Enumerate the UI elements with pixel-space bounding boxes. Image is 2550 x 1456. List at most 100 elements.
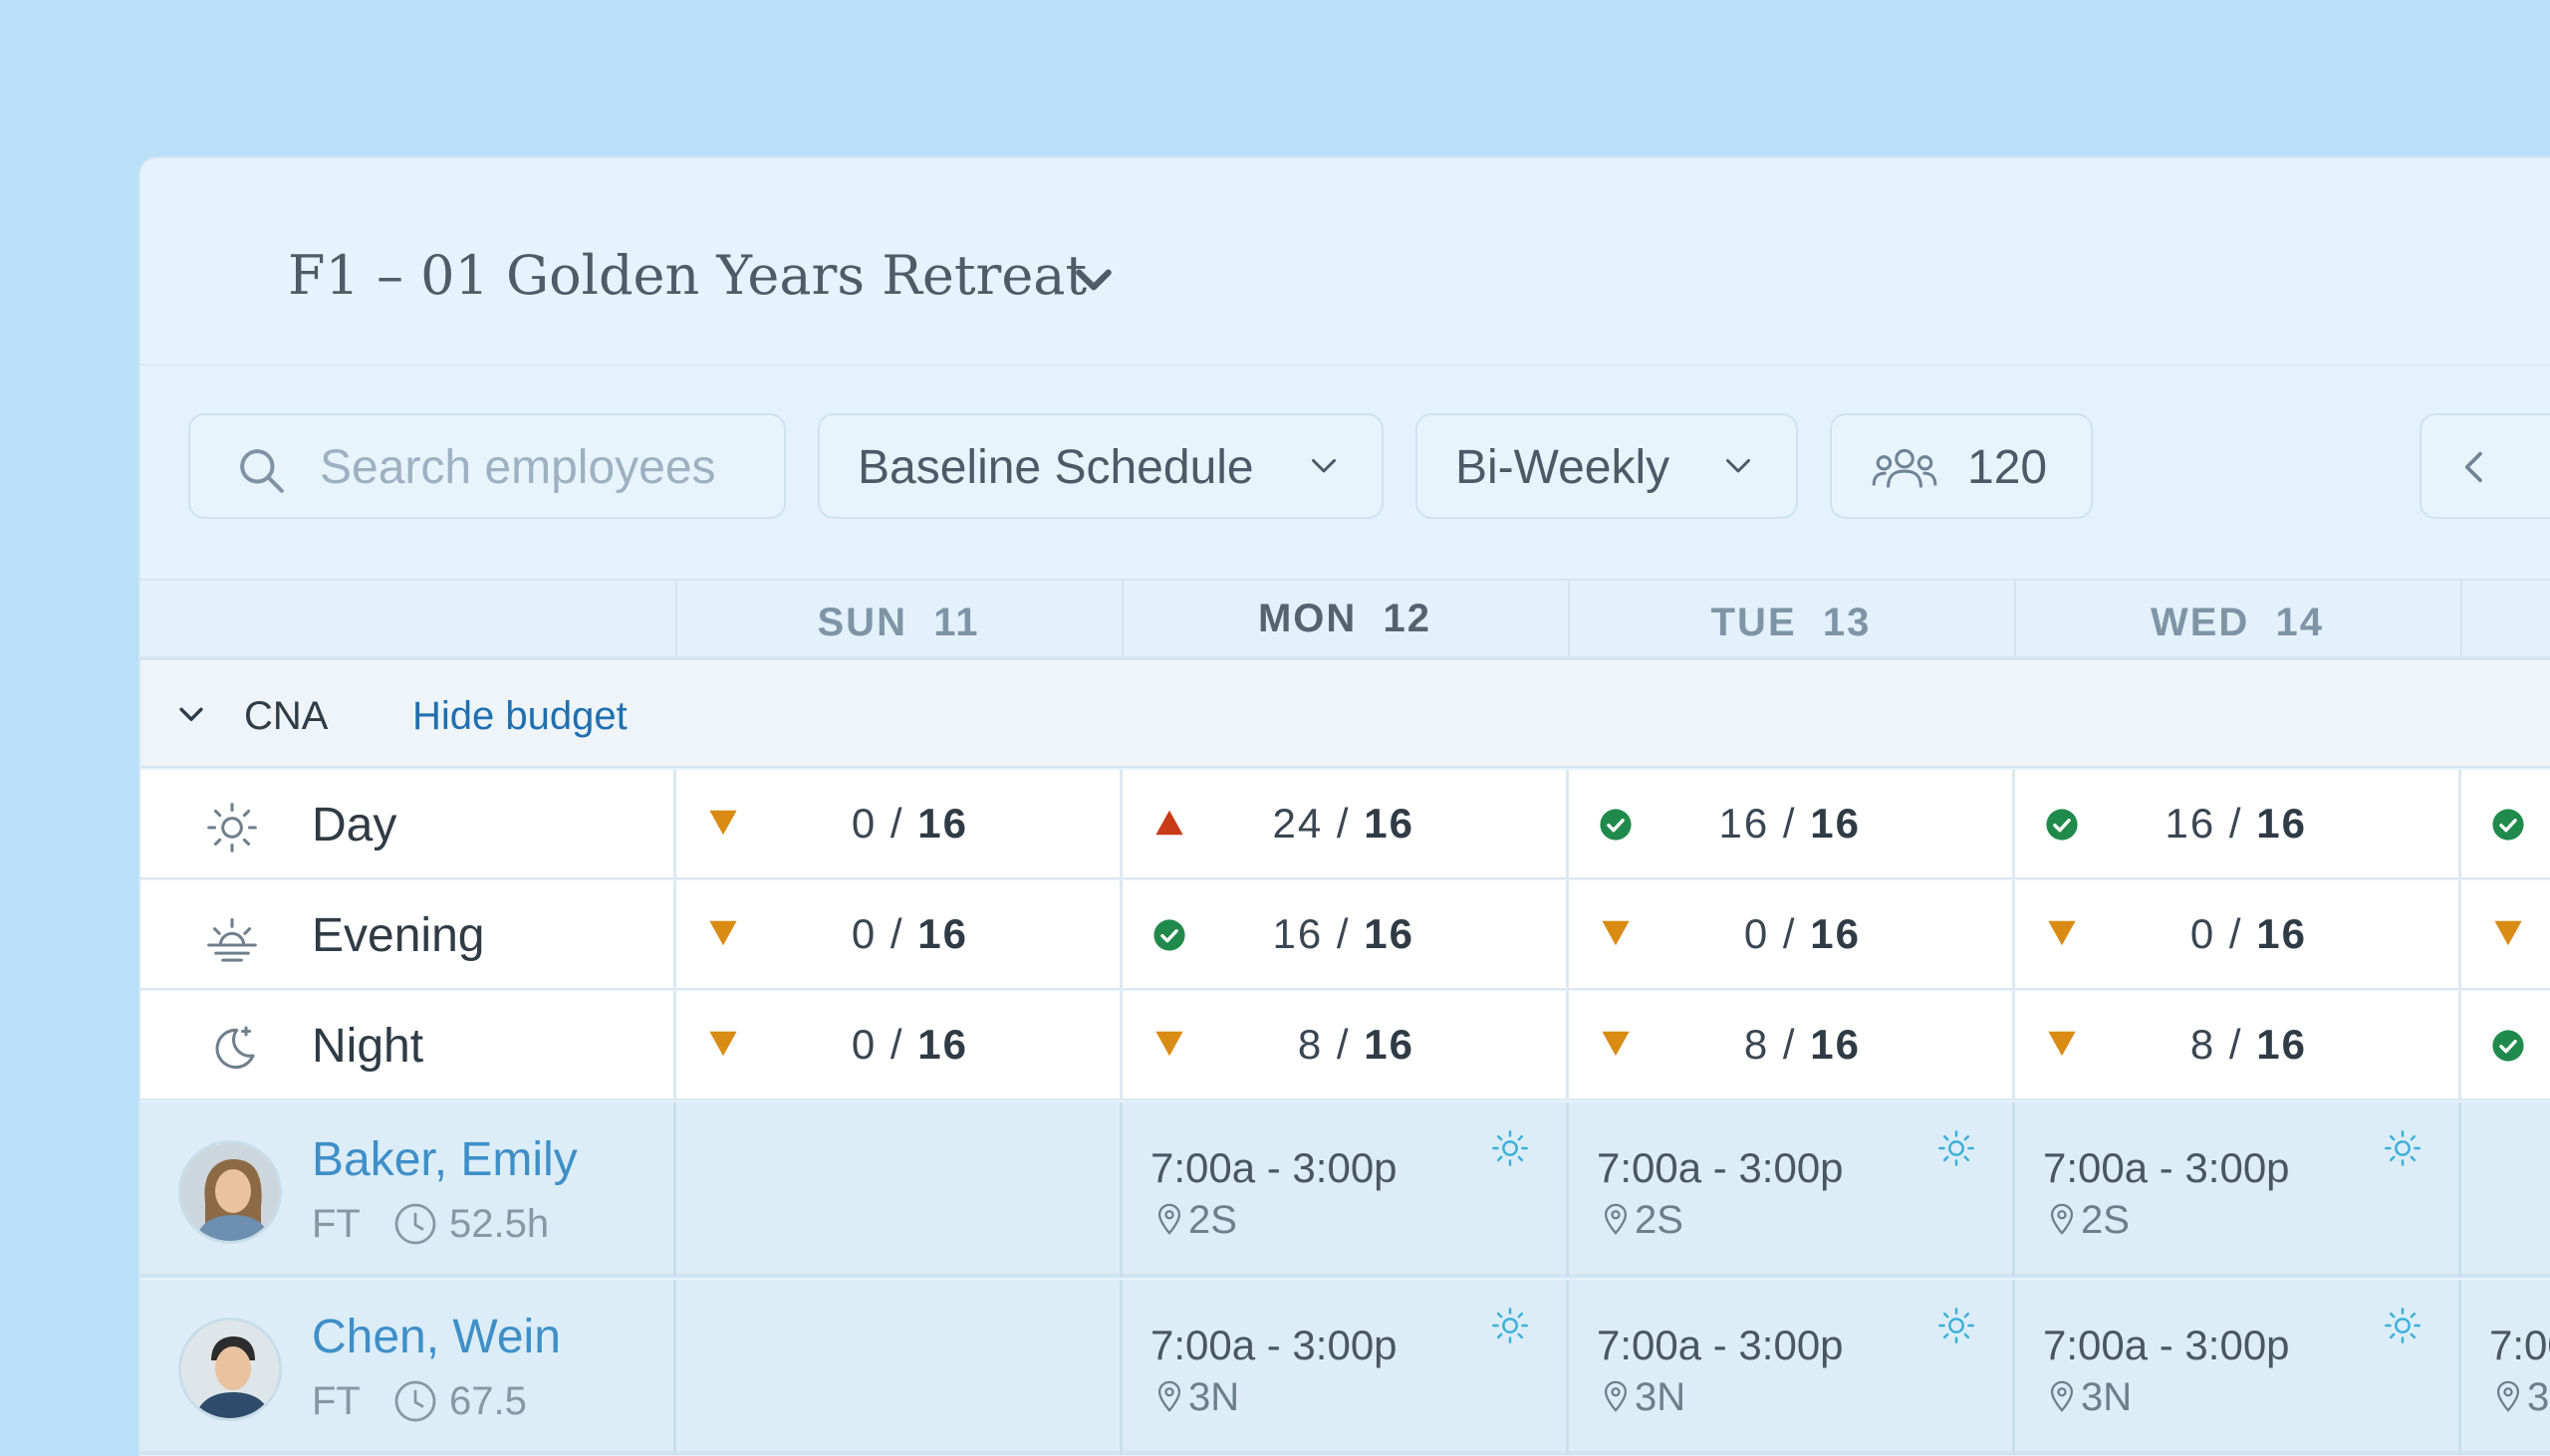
- facility-title[interactable]: F1 – 01 Golden Years Retreat: [288, 244, 1087, 307]
- budget-value: 16 / 16: [2165, 800, 2307, 847]
- budget-value: 0 / 16: [851, 1021, 968, 1068]
- budget-cell[interactable]: 0 / 16: [673, 991, 1120, 1100]
- budget-value: 0 / 16: [2189, 910, 2307, 957]
- shift-time: 7:00a - 3:00p: [1597, 1322, 1844, 1368]
- location-pin-icon: [2496, 1380, 2520, 1412]
- chevron-down-icon: [1726, 459, 1750, 473]
- budget-cell[interactable]: [2458, 991, 2550, 1100]
- search-icon: [240, 449, 284, 493]
- status-under-icon: [709, 810, 737, 836]
- status-under-icon: [709, 1031, 737, 1057]
- budget-cell[interactable]: 0 / 16: [2012, 880, 2458, 990]
- shift-name: Evening: [312, 909, 485, 962]
- day-header-next: [2460, 581, 2550, 658]
- budget-value: 0 / 16: [1743, 910, 1861, 957]
- budget-cell[interactable]: 8 / 16: [2012, 991, 2458, 1100]
- employee-count: 120: [1967, 441, 2048, 494]
- budget-value: 8 / 16: [1743, 1021, 1861, 1068]
- employee-count-button[interactable]: 120: [1830, 413, 2093, 519]
- group-name: CNA: [244, 694, 329, 738]
- budget-cell[interactable]: [2458, 770, 2550, 879]
- shift-cell[interactable]: 7:00a - 3:00p 3N: [1120, 1280, 1566, 1455]
- budget-cell[interactable]: [2458, 880, 2550, 990]
- day-header-wed: WED 14: [2014, 581, 2458, 658]
- period-select[interactable]: Bi-Weekly: [1415, 413, 1798, 519]
- sun-icon: [1938, 1308, 1974, 1343]
- shift-row-night: Night 0 / 16 8 / 16 8 / 16 8 / 16: [140, 991, 2550, 1100]
- shift-unit: 2S: [1635, 1198, 1683, 1242]
- shift-time: 7:00a - 3:00p: [1150, 1144, 1398, 1191]
- avatar: [178, 1318, 282, 1421]
- budget-value: 24 / 16: [1272, 800, 1414, 847]
- avatar: [178, 1140, 282, 1244]
- shift-unit: 3N: [1635, 1375, 1686, 1419]
- search-input[interactable]: Search employees: [188, 413, 786, 519]
- status-ok-icon: [2046, 809, 2078, 841]
- shift-cell[interactable]: 7:00a - 3:00p 3N: [2012, 1280, 2458, 1455]
- period-select-value: Bi-Weekly: [1455, 441, 1670, 494]
- location-pin-icon: [1157, 1380, 1181, 1412]
- moon-icon: [204, 1021, 260, 1082]
- budget-value: 0 / 16: [851, 910, 968, 957]
- hide-budget-link[interactable]: Hide budget: [412, 694, 628, 739]
- schedule-select[interactable]: Baseline Schedule: [818, 413, 1384, 519]
- employee-row: Chen, Wein FT 67.5 7:00a - 3:00p 3N 7:00a…: [140, 1280, 2550, 1455]
- chevron-down-icon: [1312, 459, 1336, 473]
- status-under-icon: [2048, 1031, 2076, 1057]
- shift-cell[interactable]: 7:00a - 3:00p 2S: [1120, 1102, 1566, 1278]
- toolbar: Search employees Baseline Schedule Bi-We…: [140, 365, 2550, 535]
- status-ok-icon: [1153, 919, 1185, 951]
- employee-name[interactable]: Baker, Emily: [312, 1132, 578, 1187]
- budget-value: 8 / 16: [1297, 1021, 1414, 1068]
- shift-cell[interactable]: 7:00a - 3:00p 2S: [2012, 1102, 2458, 1278]
- location-pin-icon: [2050, 1380, 2074, 1412]
- status-under-icon: [709, 920, 737, 946]
- status-over-icon: [1155, 810, 1183, 836]
- shift-time: 7:00a - 3:00p: [1597, 1144, 1844, 1191]
- budget-cell[interactable]: 0 / 16: [673, 880, 1120, 990]
- shift-cell[interactable]: 7:00a - 3:00p 2S: [1566, 1102, 2012, 1278]
- shift-cell[interactable]: 7:00a - 3:00p 3N: [2458, 1280, 2550, 1455]
- status-under-icon: [1602, 1031, 1630, 1057]
- shift-cell[interactable]: [2458, 1102, 2550, 1278]
- budget-cell[interactable]: 0 / 16: [1566, 880, 2012, 990]
- employee-row: Baker, Emily FT 52.5h 7:00a - 3:00p 2S 7:…: [140, 1102, 2550, 1278]
- previous-period-button[interactable]: [2420, 413, 2550, 519]
- shift-cell[interactable]: [673, 1102, 1120, 1278]
- status-under-icon: [1155, 1031, 1183, 1057]
- sun-icon: [2385, 1308, 2421, 1343]
- shift-cell[interactable]: [673, 1280, 1120, 1455]
- budget-value: 8 / 16: [2189, 1021, 2307, 1068]
- search-placeholder: Search employees: [320, 441, 716, 494]
- budget-cell[interactable]: 0 / 16: [673, 770, 1120, 879]
- shift-cell[interactable]: 7:00a - 3:00p 3N: [1566, 1280, 2012, 1455]
- budget-value: 16 / 16: [1718, 800, 1861, 847]
- shift-row-day: Day 0 / 16 24 / 16 16 / 16 16 / 16: [140, 770, 2550, 879]
- chevron-down-icon[interactable]: [174, 698, 208, 732]
- chevron-down-icon[interactable]: [1072, 258, 1116, 302]
- chevron-left-icon: [2464, 451, 2482, 483]
- budget-cell[interactable]: 8 / 16: [1120, 991, 1566, 1100]
- day-header-tue: TUE 13: [1568, 581, 2012, 658]
- status-ok-icon: [2492, 1030, 2524, 1062]
- status-ok-icon: [2492, 809, 2524, 841]
- day-header-row: SUN 11 MON 12 TUE 13 WED 14: [140, 579, 2550, 660]
- day-header-sun: SUN 11: [675, 581, 1120, 658]
- location-pin-icon: [1604, 1203, 1628, 1235]
- shift-unit: 2S: [2081, 1198, 2130, 1242]
- budget-cell[interactable]: 16 / 16: [1566, 770, 2012, 879]
- status-under-icon: [1602, 920, 1630, 946]
- budget-cell[interactable]: 24 / 16: [1120, 770, 1566, 879]
- shift-row-evening: Evening 0 / 16 16 / 16 0 / 16 0 / 16: [140, 880, 2550, 990]
- shift-unit: 2S: [1188, 1198, 1237, 1242]
- employee-name[interactable]: Chen, Wein: [312, 1310, 561, 1364]
- shift-time: 7:00a - 3:00p: [2043, 1322, 2290, 1368]
- budget-cell[interactable]: 8 / 16: [1566, 991, 2012, 1100]
- scheduled-hours: 67.5: [449, 1379, 527, 1423]
- budget-cell[interactable]: 16 / 16: [1120, 880, 1566, 990]
- scheduled-hours: 52.5h: [449, 1202, 550, 1246]
- shift-name: Day: [312, 799, 397, 851]
- budget-cell[interactable]: 16 / 16: [2012, 770, 2458, 879]
- status-under-icon: [2048, 920, 2076, 946]
- schedule-select-value: Baseline Schedule: [858, 441, 1254, 494]
